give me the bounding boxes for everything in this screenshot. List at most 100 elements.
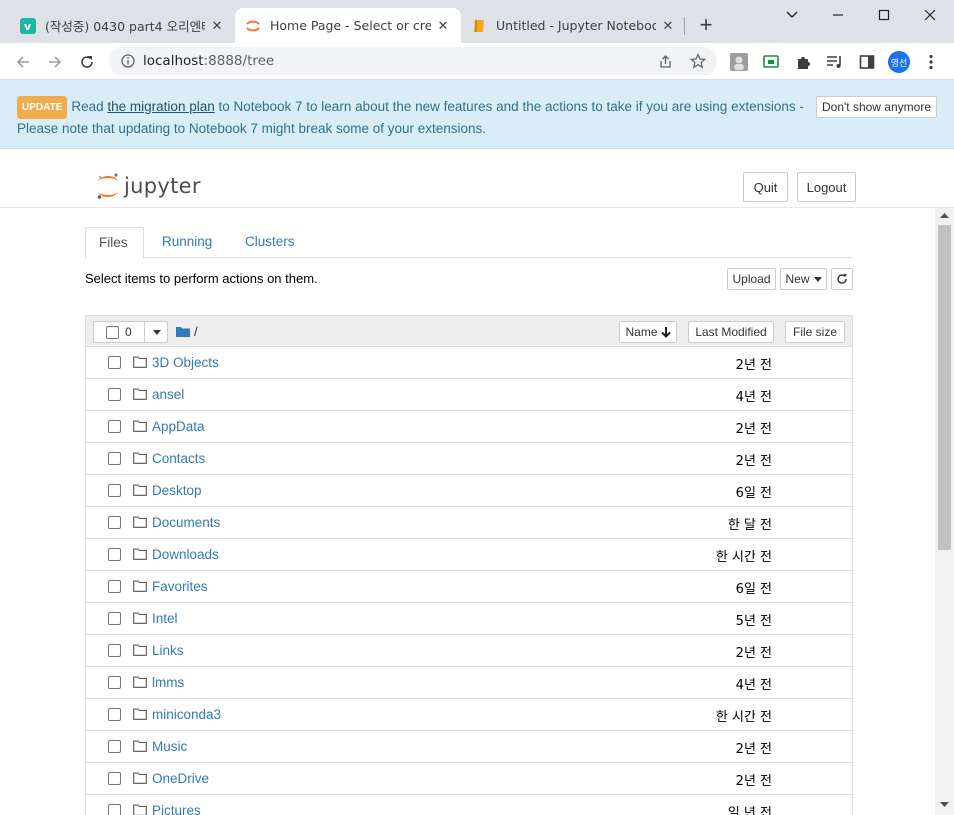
logout-button[interactable]: Logout [797,172,856,202]
tab-running[interactable]: Running [149,227,225,258]
list-item[interactable]: 3D Objects 2년 전 [86,347,852,379]
list-item[interactable]: Pictures 일 년 전 [86,795,852,815]
list-item[interactable]: Links 2년 전 [86,635,852,667]
folder-name-link[interactable]: Music [152,739,187,754]
extensions-button[interactable] [792,51,814,73]
browser-tab-vimeo[interactable]: v (작성중) 0430 part4 오리엔테 ✕ [10,8,235,43]
page-scrollbar[interactable] [935,208,954,815]
scrollbar-thumb[interactable] [938,225,951,550]
select-all-control[interactable]: 0 [93,321,168,343]
row-checkbox[interactable] [108,420,121,433]
tab-search-button[interactable] [777,4,807,26]
row-checkbox[interactable] [108,708,121,721]
share-icon[interactable] [658,54,673,74]
folder-name-link[interactable]: Contacts [152,451,205,466]
folder-name-link[interactable]: Favorites [152,579,208,594]
back-button[interactable] [9,48,37,76]
list-item[interactable]: Contacts 2년 전 [86,443,852,475]
bookmark-star-icon[interactable] [689,53,707,74]
row-checkbox[interactable] [108,804,121,815]
forward-button[interactable] [41,48,69,76]
row-checkbox[interactable] [108,452,121,465]
close-tab-icon[interactable]: ✕ [660,18,676,34]
list-item[interactable]: Intel 5년 전 [86,603,852,635]
caret-down-icon[interactable] [153,330,161,335]
scroll-down-icon[interactable] [939,799,950,809]
row-checkbox[interactable] [108,612,121,625]
folder-name-link[interactable]: lmms [152,675,184,690]
info-icon[interactable] [121,54,135,73]
folder-name-link[interactable]: OneDrive [152,771,209,786]
refresh-icon [837,273,847,284]
row-checkbox[interactable] [108,388,121,401]
maximize-button[interactable] [869,4,899,26]
browser-menu-button[interactable] [920,51,942,73]
select-all-checkbox[interactable] [106,325,119,339]
row-checkbox[interactable] [108,548,121,561]
migration-plan-link[interactable]: the migration plan [107,99,214,114]
folder-icon [133,387,147,405]
reload-button[interactable] [73,48,101,76]
list-item[interactable]: Downloads 한 시간 전 [86,539,852,571]
breadcrumb-root[interactable]: / [194,324,198,339]
row-checkbox[interactable] [108,356,121,369]
sort-file-size-button[interactable]: File size [785,321,845,343]
row-checkbox[interactable] [108,580,121,593]
close-tab-icon[interactable]: ✕ [435,18,451,34]
profile-avatar[interactable]: 영선 [888,51,910,73]
tab-clusters[interactable]: Clusters [232,227,308,258]
row-checkbox[interactable] [108,676,121,689]
folder-name-link[interactable]: Downloads [152,547,219,562]
row-checkbox[interactable] [108,516,121,529]
row-checkbox[interactable] [108,740,121,753]
breadcrumb[interactable]: / [176,324,198,339]
sort-name-button[interactable]: Name [619,321,677,343]
folder-icon [133,515,147,533]
refresh-button[interactable] [831,268,853,290]
address-bar[interactable]: localhost:8888/tree [109,47,717,76]
list-item[interactable]: AppData 2년 전 [86,411,852,443]
row-checkbox[interactable] [108,484,121,497]
sort-last-modified-button[interactable]: Last Modified [688,321,774,343]
folder-name-link[interactable]: Intel [152,611,178,626]
list-item[interactable]: Music 2년 전 [86,731,852,763]
extension-screen-button[interactable] [760,51,782,73]
close-window-button[interactable] [915,4,945,26]
folder-name-link[interactable]: miniconda3 [152,707,221,722]
folder-icon [133,547,147,565]
list-item[interactable]: ansel 4년 전 [86,379,852,411]
row-checkbox[interactable] [108,644,121,657]
browser-tab-jupyter-home[interactable]: Home Page - Select or create ✕ [235,8,461,43]
new-dropdown-button[interactable]: New [780,268,827,290]
upload-button[interactable]: Upload [727,268,776,290]
selbox-divider [144,322,145,342]
scroll-up-icon[interactable] [939,211,950,221]
media-controls-button[interactable] [824,51,846,73]
side-panel-button[interactable] [856,51,878,73]
row-checkbox[interactable] [108,772,121,785]
quit-button[interactable]: Quit [743,172,788,202]
list-item[interactable]: OneDrive 2년 전 [86,763,852,795]
folder-name-link[interactable]: Desktop [152,483,202,498]
folder-name-link[interactable]: Pictures [152,803,201,815]
folder-name-link[interactable]: Documents [152,515,220,530]
jupyter-logo[interactable]: jupyter [96,172,201,200]
new-tab-button[interactable]: + [695,14,717,36]
tab-files[interactable]: Files [85,227,144,259]
folder-name-link[interactable]: AppData [152,419,205,434]
dont-show-anymore-button[interactable]: Don't show anymore [816,96,937,118]
update-banner: UPDATE Read the migration plan to Noteboo… [0,80,954,149]
minimize-button[interactable] [823,4,853,26]
folder-name-link[interactable]: ansel [152,387,184,402]
list-item[interactable]: Favorites 6일 전 [86,571,852,603]
extension-avatar-button[interactable] [728,51,750,73]
close-tab-icon[interactable]: ✕ [209,18,225,34]
folder-name-link[interactable]: Links [152,643,184,658]
list-item[interactable]: Desktop 6일 전 [86,475,852,507]
folder-filled-icon [176,327,190,337]
list-item[interactable]: Documents 한 달 전 [86,507,852,539]
list-item[interactable]: lmms 4년 전 [86,667,852,699]
browser-tab-notebook[interactable]: Untitled - Jupyter Notebook ✕ [461,8,686,43]
folder-name-link[interactable]: 3D Objects [152,355,219,370]
list-item[interactable]: miniconda3 한 시간 전 [86,699,852,731]
